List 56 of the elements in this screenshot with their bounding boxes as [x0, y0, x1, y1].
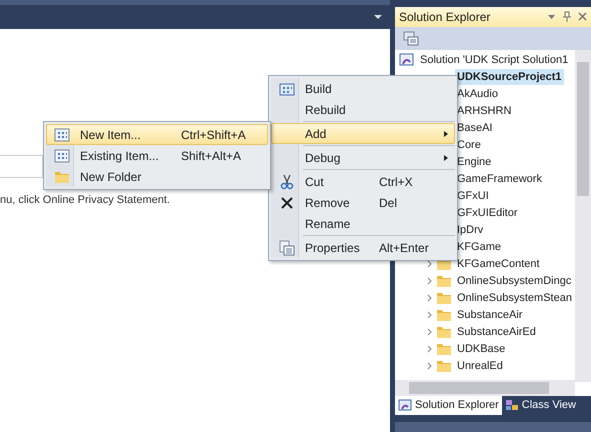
menu-item[interactable]: Properties Alt+Enter [271, 237, 455, 258]
menu-item[interactable]: Rename [271, 213, 455, 234]
folder-icon [436, 290, 452, 306]
tree-item[interactable]: ARHSHRN [455, 103, 514, 120]
tree-item[interactable]: OnlineSubsystemStean [455, 290, 574, 306]
tree-item[interactable]: AkAudio [455, 86, 500, 102]
vertical-scrollbar[interactable] [575, 50, 591, 382]
tree-item[interactable]: OnlineSubsystemDingc [455, 273, 574, 290]
folder-icon [436, 273, 452, 290]
menu-item[interactable]: New Item... Ctrl+Shift+A [46, 124, 268, 145]
tree-item[interactable]: GameFramework [455, 171, 544, 188]
pin-icon [562, 11, 572, 22]
menu-item[interactable]: Add [271, 123, 455, 144]
solution-icon [398, 398, 412, 412]
close-icon [578, 12, 587, 22]
tree-item[interactable]: Solution 'UDK Script Solution1 [418, 52, 570, 68]
tree-item[interactable]: IpDrv [455, 222, 486, 238]
tree-item[interactable]: UnrealEd [455, 358, 505, 374]
new-item-icon [54, 126, 70, 142]
folder-icon [436, 358, 452, 374]
menu-item[interactable]: Debug [271, 147, 455, 168]
properties-icon [279, 240, 295, 256]
tree-item[interactable]: SubstanceAirEd [455, 324, 538, 340]
remove-icon [279, 194, 295, 210]
build-icon [279, 80, 295, 96]
folder-icon [436, 324, 452, 340]
existing-item-icon [54, 148, 70, 164]
menu-item[interactable]: Build [271, 78, 455, 99]
tree-item[interactable]: KFGameContent [455, 256, 542, 272]
horizontal-scrollbar[interactable] [395, 380, 575, 396]
solution-icon [399, 52, 415, 68]
dropdown-icon [547, 12, 556, 22]
description-text: nu, click Online Privacy Statement. [0, 193, 170, 208]
tree-item[interactable]: GFxUI [455, 188, 491, 204]
tree-item[interactable]: BaseAI [455, 120, 494, 136]
menu-item[interactable]: Existing Item... Shift+Alt+A [46, 145, 268, 166]
tree-item[interactable]: SubstanceAir [455, 307, 524, 324]
menu-item[interactable]: Rebuild [271, 99, 455, 120]
panel-tab[interactable]: Solution Explorer [395, 396, 502, 415]
menu-item[interactable]: Remove Del [271, 192, 455, 213]
folder-icon [436, 341, 452, 358]
menu-item[interactable]: New Folder [46, 166, 268, 187]
tree-item[interactable]: UDKBase [455, 341, 508, 358]
tree-item[interactable]: Core [455, 137, 483, 154]
menu-item[interactable]: Cut Ctrl+X [271, 171, 455, 192]
tree-item[interactable]: Engine [455, 154, 494, 170]
tree-item[interactable]: KFGame [455, 239, 504, 256]
properties-icon [403, 30, 419, 46]
panel-title: Solution Explorer [399, 8, 492, 26]
scissors-icon [279, 174, 295, 190]
class-view-icon [504, 398, 519, 412]
panel-tab[interactable]: Class View [502, 396, 579, 415]
folder-icon [436, 307, 452, 324]
tree-item[interactable]: GFxUIEditor [455, 205, 520, 222]
tree-item[interactable]: UDKSourceProject1 [455, 69, 564, 86]
dropdown-arrow-icon[interactable] [374, 15, 382, 19]
